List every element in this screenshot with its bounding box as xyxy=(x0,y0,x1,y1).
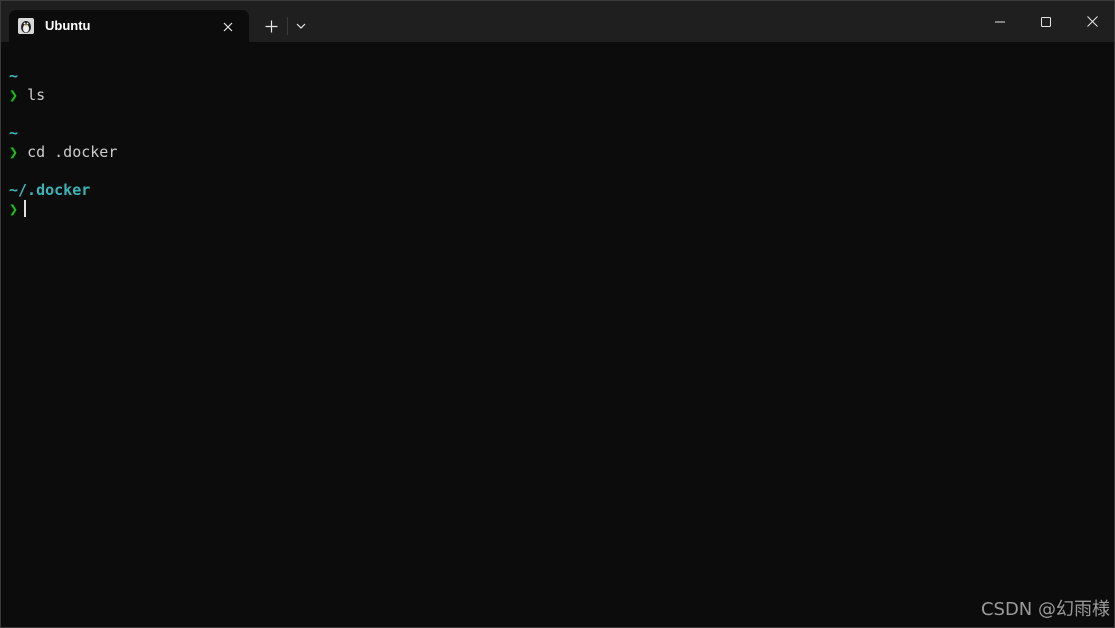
path-text: ~ xyxy=(9,124,19,142)
tab-title: Ubuntu xyxy=(45,18,91,33)
command-line: ❯ ls xyxy=(9,86,1114,105)
command-line: ❯ cd .docker xyxy=(9,143,1114,162)
button-divider xyxy=(287,17,288,35)
text-cursor xyxy=(24,200,27,217)
maximize-icon[interactable] xyxy=(1023,1,1069,42)
terminal-window: Ubuntu ~ ❯ ls ~ ❯ cd .docker ~/.docker ❯… xyxy=(0,0,1115,628)
title-bar: Ubuntu xyxy=(1,1,1114,42)
close-icon[interactable] xyxy=(1069,1,1114,42)
minimize-icon[interactable] xyxy=(977,1,1023,42)
active-command-line[interactable]: ❯ xyxy=(9,200,1114,219)
chevron-down-icon[interactable] xyxy=(290,13,312,39)
command-text: ls xyxy=(27,86,46,104)
tab-ubuntu[interactable]: Ubuntu xyxy=(9,10,249,42)
path-line: ~ xyxy=(9,124,1114,143)
path-line: ~/.docker xyxy=(9,181,1114,200)
prompt-arrow: ❯ xyxy=(9,86,19,104)
watermark: CSDN @幻雨様 xyxy=(980,599,1110,620)
path-text: ~/.docker xyxy=(9,181,91,199)
plus-icon[interactable] xyxy=(257,13,285,39)
terminal-output[interactable]: ~ ❯ ls ~ ❯ cd .docker ~/.docker ❯ CSDN @… xyxy=(1,42,1114,627)
close-tab-icon[interactable] xyxy=(218,17,238,37)
linux-penguin-icon xyxy=(18,18,34,34)
prompt-arrow: ❯ xyxy=(9,143,19,161)
path-text: ~ xyxy=(9,67,19,85)
command-text: cd .docker xyxy=(27,143,118,161)
prompt-arrow: ❯ xyxy=(9,200,19,218)
path-line: ~ xyxy=(9,67,1114,86)
